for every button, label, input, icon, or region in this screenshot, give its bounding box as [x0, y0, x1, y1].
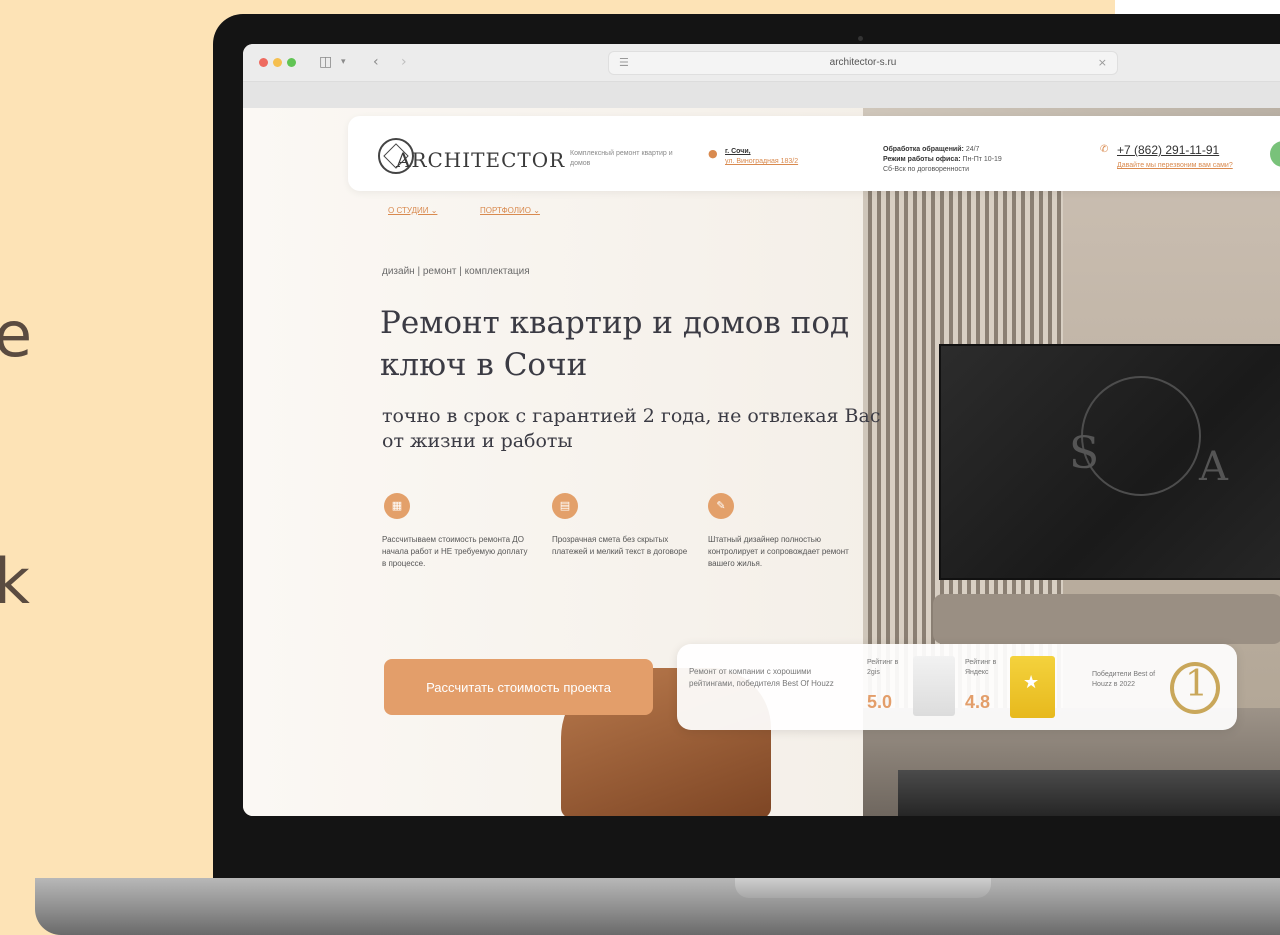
tv-logo-letter: A — [1199, 444, 1228, 490]
nav-portfolio[interactable]: ПОРТФОЛИО ⌄ — [480, 206, 540, 215]
coffee-table — [898, 770, 1280, 816]
feature-text: Рассчитываем стоимость ремонта ДО начала… — [382, 535, 528, 568]
sidebar-toggle-icon[interactable]: ◫ — [319, 54, 332, 70]
designer-icon: ✎ — [708, 493, 734, 519]
address-city[interactable]: г. Сочи, — [725, 148, 751, 155]
sofa — [933, 594, 1280, 644]
tv-screen: S A — [939, 344, 1280, 580]
feature-text: Прозрачная смета без скрытых платежей и … — [552, 535, 688, 556]
first-place-icon: 1 — [1185, 664, 1208, 705]
page-title: Ремонт квартир и домов под ключ в Сочи — [380, 305, 850, 383]
browser-toolbar: ◫ ▾ ‹ › ☰ architector-s.ru × — [243, 44, 1280, 82]
camera-icon — [858, 36, 863, 41]
2gis-badge-icon — [913, 656, 955, 716]
rating-label-2gis: Рейтинг в 2gis — [867, 659, 899, 676]
callback-link[interactable]: Давайте мы перезвоним вам сами? — [1117, 161, 1247, 171]
site-header: ARCHITECTOR Комплексный ремонт квартир и… — [348, 116, 1280, 191]
rating-label-yandex: Рейтинг в Яндекс — [965, 659, 997, 676]
laptop-notch — [735, 878, 991, 898]
forward-icon[interactable]: › — [401, 54, 407, 70]
background-letter: k — [0, 545, 30, 618]
laptop-base — [35, 878, 1280, 935]
yandex-badge-icon: ★ — [1010, 656, 1055, 718]
brand-tagline: Комплексный ремонт квартир и домов — [570, 150, 673, 167]
document-icon: ▤ — [552, 493, 578, 519]
maximize-window-button[interactable] — [287, 58, 296, 67]
rating-score-2gis: 5.0 — [867, 692, 893, 712]
calculator-icon: ▦ — [384, 493, 410, 519]
url-text: architector-s.ru — [829, 57, 897, 68]
laptop-screen: ◫ ▾ ‹ › ☰ architector-s.ru × S A ARCHITE… — [243, 44, 1280, 816]
calculate-cost-button[interactable]: Рассчитать стоимость проекта — [384, 659, 653, 715]
phone-icon: ✆ — [1100, 144, 1109, 155]
close-icon[interactable]: × — [1098, 56, 1107, 69]
chevron-down-icon[interactable]: ▾ — [341, 57, 346, 67]
brand-name[interactable]: ARCHITECTOR — [396, 148, 565, 172]
houzz-award-text: Победители Best of Houzz в 2022 — [1092, 671, 1156, 688]
working-hours: Обработка обращений: 24/7 Режим работы о… — [883, 146, 1002, 173]
ratings-panel: Ремонт от компании с хорошими рейтингами… — [677, 644, 1237, 730]
feature-text: Штатный дизайнер полностью контролирует … — [708, 535, 849, 568]
ratings-intro: Ремонт от компании с хорошими рейтингами… — [689, 667, 834, 688]
minimize-window-button[interactable] — [273, 58, 282, 67]
phone-link[interactable]: +7 (862) 291-11-91 — [1117, 143, 1219, 157]
page-subtitle: точно в срок с гарантией 2 года, не отвл… — [382, 405, 881, 452]
rating-score-yandex: 4.8 — [965, 692, 991, 712]
address-bar[interactable]: ☰ architector-s.ru × — [608, 51, 1118, 75]
nav-studio[interactable]: О СТУДИИ ⌄ — [388, 206, 437, 215]
hero-kicker: дизайн | ремонт | комплектация — [382, 266, 530, 277]
back-icon[interactable]: ‹ — [373, 54, 379, 70]
whatsapp-icon[interactable] — [1270, 141, 1280, 167]
close-window-button[interactable] — [259, 58, 268, 67]
location-pin-icon: ● — [708, 147, 718, 160]
tab-strip — [243, 82, 1280, 108]
background-letter: e — [0, 298, 33, 371]
tv-logo-letter: S — [1069, 428, 1100, 479]
address-street[interactable]: ул. Виноградная 183/2 — [725, 158, 798, 165]
